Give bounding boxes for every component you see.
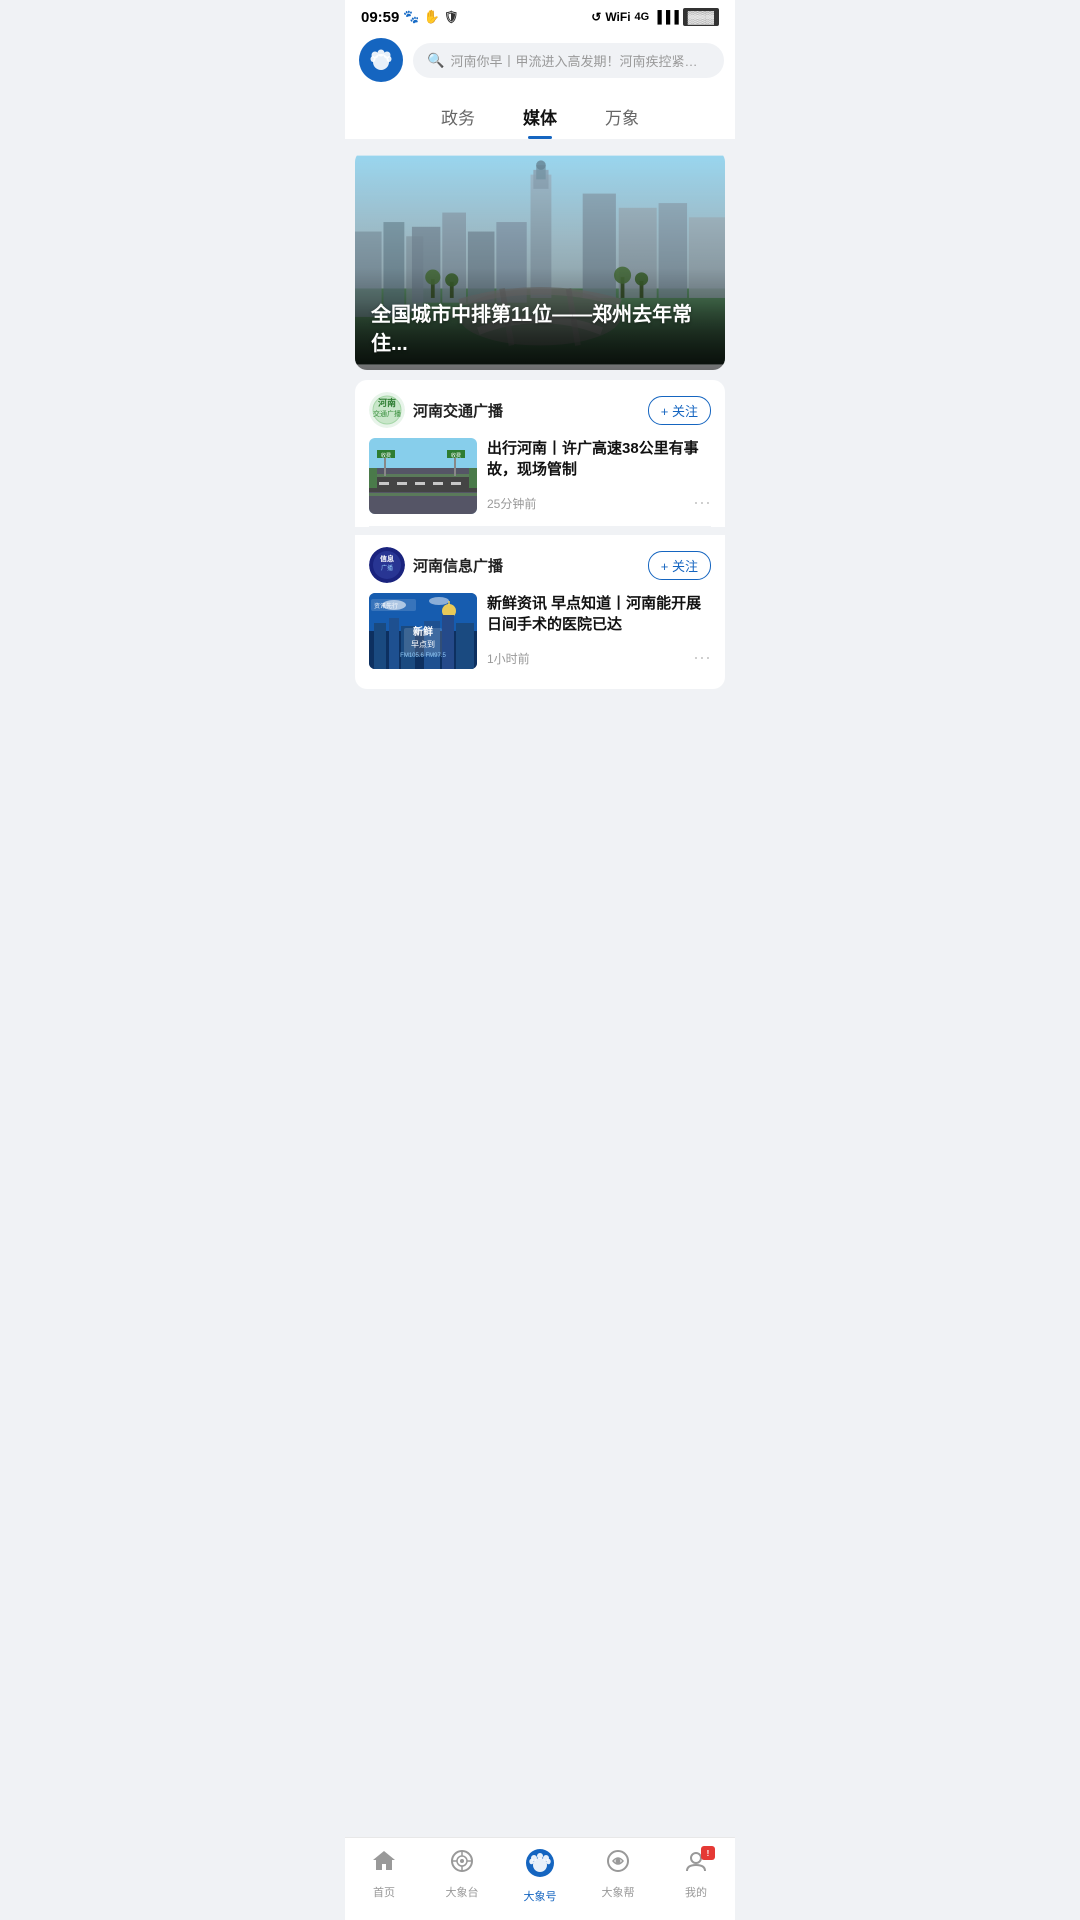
app-logo[interactable] [359,38,403,82]
search-icon: 🔍 [427,52,444,69]
follow-button-2[interactable]: + 关注 [648,551,711,580]
svg-text:交通广播: 交通广播 [373,409,401,418]
nav-label-daxiangbang: 大象帮 [602,1884,635,1900]
nav-label-home: 首页 [373,1884,395,1900]
more-button-2[interactable]: ⋯ [693,648,711,669]
svg-text:河南: 河南 [378,397,396,408]
shield-status-icon: 🛡 [444,10,459,24]
source-avatar-1: 河南 交通广播 [369,392,405,428]
search-placeholder-text: 河南你早丨甲流进入高发期！河南疾控紧急提醒；... [450,51,710,70]
refresh-icon: ↺ [591,10,601,24]
nav-item-daxiangtai[interactable]: 大象台 [432,1848,492,1904]
follow-button-1[interactable]: + 关注 [648,396,711,425]
feed-card-2: 信息 广播 河南信息广播 + 关注 [355,535,725,681]
nav-label-daxianghao: 大象号 [524,1888,557,1904]
source-name-1: 河南交通广播 [413,400,503,421]
daxiangbang-icon [605,1848,631,1881]
tab-zhengwu[interactable]: 政务 [437,98,479,139]
paw-logo-icon [367,46,395,74]
source-name-2: 河南信息广播 [413,555,503,576]
news-item-2[interactable]: 资讯先行 新鲜 早点到 FM105.6 FM97.5 新鲜资讯 早点知道丨河南能… [369,593,711,681]
paw-status-icon: 🐾 [403,9,419,25]
battery-icon: ▓▓▓ [683,8,719,26]
nav-item-mine[interactable]: ! 我的 [666,1848,726,1904]
feed-card-1: 河南 交通广播 河南交通广播 + 关注 [355,380,725,527]
nav-item-daxianghao[interactable]: 大象号 [510,1848,570,1904]
info-radio-logo: 信息 广播 [369,547,405,583]
hero-caption: 全国城市中排第11位——郑州去年常住... [355,268,725,370]
nav-item-daxiangbang[interactable]: 大象帮 [588,1848,648,1904]
nav-label-mine: 我的 [685,1884,707,1900]
svg-text:新鲜: 新鲜 [413,625,433,638]
mine-icon: ! [683,1848,709,1881]
news-time-2: 1小时前 [487,650,530,667]
news-item-1[interactable]: 收费 收费 出行河南丨许广高速38公里有事故，现场管制 25分钟前 ⋯ [369,438,711,527]
news-title-2: 新鲜资讯 早点知道丨河南能开展日间手术的医院已达 [487,593,711,635]
news-time-1: 25分钟前 [487,495,536,512]
news-meta-2: 1小时前 ⋯ [487,648,711,669]
svg-text:早点到: 早点到 [411,640,435,649]
news-thumbnail-1: 收费 收费 [369,438,477,514]
svg-text:收费: 收费 [451,452,461,459]
header: 🔍 河南你早丨甲流进入高发期！河南疾控紧急提醒；... [345,30,735,92]
more-button-1[interactable]: ⋯ [693,493,711,514]
home-icon [371,1848,397,1881]
news-title-1: 出行河南丨许广高速38公里有事故，现场管制 [487,438,711,480]
tab-bar: 政务 媒体 万象 [345,92,735,140]
news-meta-1: 25分钟前 ⋯ [487,493,711,514]
status-bar: 09:59 🐾 ✋ 🛡 ↺ WiFi 4G ▐▐▐ ▓▓▓ [345,0,735,30]
feed-header-2: 信息 广播 河南信息广播 + 关注 [369,547,711,583]
card-divider [355,527,725,535]
signal-bars-icon: ▐▐▐ [653,10,679,24]
svg-text:收费: 收费 [381,452,391,459]
tab-meiti[interactable]: 媒体 [519,98,561,139]
mine-badge: ! [701,1846,715,1860]
status-time: 09:59 [361,9,399,26]
wifi-icon: WiFi [605,10,630,24]
source-avatar-2: 信息 广播 [369,547,405,583]
hero-title: 全国城市中排第11位——郑州去年常住... [371,298,709,356]
traffic-radio-logo: 河南 交通广播 [369,392,405,428]
daxiangtai-icon [449,1848,475,1881]
news-thumbnail: 资讯先行 新鲜 早点到 FM105.6 FM97.5 [369,593,477,669]
road-thumbnail: 收费 收费 [369,438,477,514]
news-content-2: 新鲜资讯 早点知道丨河南能开展日间手术的医院已达 1小时前 ⋯ [487,593,711,669]
nav-label-daxiangtai: 大象台 [446,1884,479,1900]
signal-4g-icon: 4G [635,11,650,23]
feed-container: 河南 交通广播 河南交通广播 + 关注 [355,380,725,689]
nav-item-home[interactable]: 首页 [354,1848,414,1904]
svg-text:信息: 信息 [380,554,394,563]
svg-text:资讯先行: 资讯先行 [374,602,398,610]
svg-text:广播: 广播 [381,564,393,572]
news-content-1: 出行河南丨许广高速38公里有事故，现场管制 25分钟前 ⋯ [487,438,711,514]
news-thumbnail-2: 资讯先行 新鲜 早点到 FM105.6 FM97.5 [369,593,477,669]
source-1[interactable]: 河南 交通广播 河南交通广播 [369,392,503,428]
source-2[interactable]: 信息 广播 河南信息广播 [369,547,503,583]
feed-header-1: 河南 交通广播 河南交通广播 + 关注 [369,392,711,428]
hero-banner[interactable]: 全国城市中排第11位——郑州去年常住... [355,150,725,370]
tab-wanxiang[interactable]: 万象 [601,98,643,139]
search-bar[interactable]: 🔍 河南你早丨甲流进入高发期！河南疾控紧急提醒；... [413,43,724,78]
svg-text:FM105.6 FM97.5: FM105.6 FM97.5 [400,653,446,659]
bottom-nav: 首页 大象台 [345,1837,735,1920]
daxianghao-icon [525,1848,555,1885]
hand-status-icon: ✋ [424,9,440,25]
